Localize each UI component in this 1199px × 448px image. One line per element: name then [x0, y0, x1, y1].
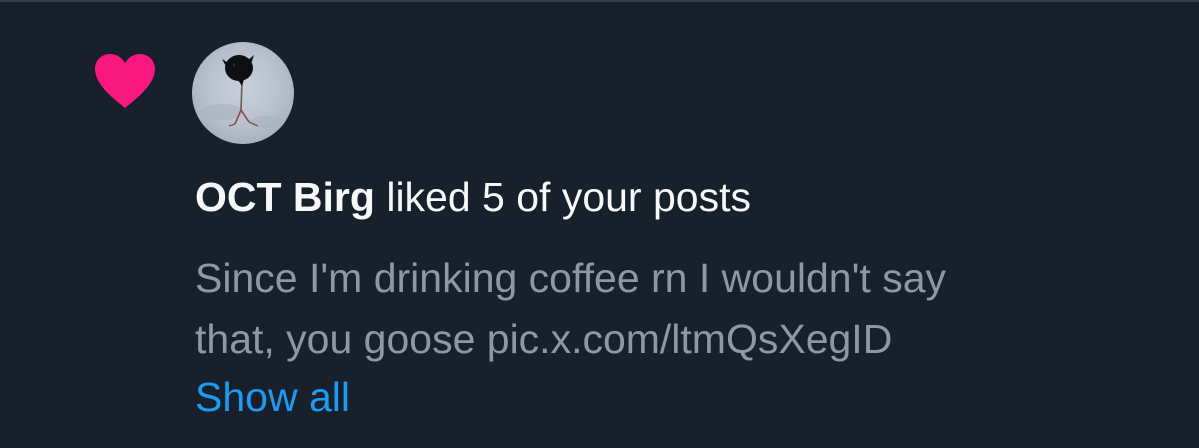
action-text: liked 5 of your posts	[374, 174, 751, 220]
notification-headline: OCT Birg liked 5 of your posts	[195, 171, 751, 223]
preview-line: Since I'm drinking coffee rn I wouldn't …	[195, 255, 946, 301]
avatar-image	[192, 42, 294, 144]
preview-line: that, you goose pic.x.com/ltmQsXegID	[195, 316, 893, 362]
show-all-link[interactable]: Show all	[195, 369, 350, 425]
like-notification[interactable]: OCT Birg liked 5 of your posts Since I'm…	[0, 0, 1199, 448]
actor-name[interactable]: OCT Birg	[195, 174, 375, 220]
post-preview[interactable]: Since I'm drinking coffee rn I wouldn't …	[195, 248, 1155, 370]
heart-icon	[95, 54, 155, 108]
avatar[interactable]	[192, 42, 294, 144]
